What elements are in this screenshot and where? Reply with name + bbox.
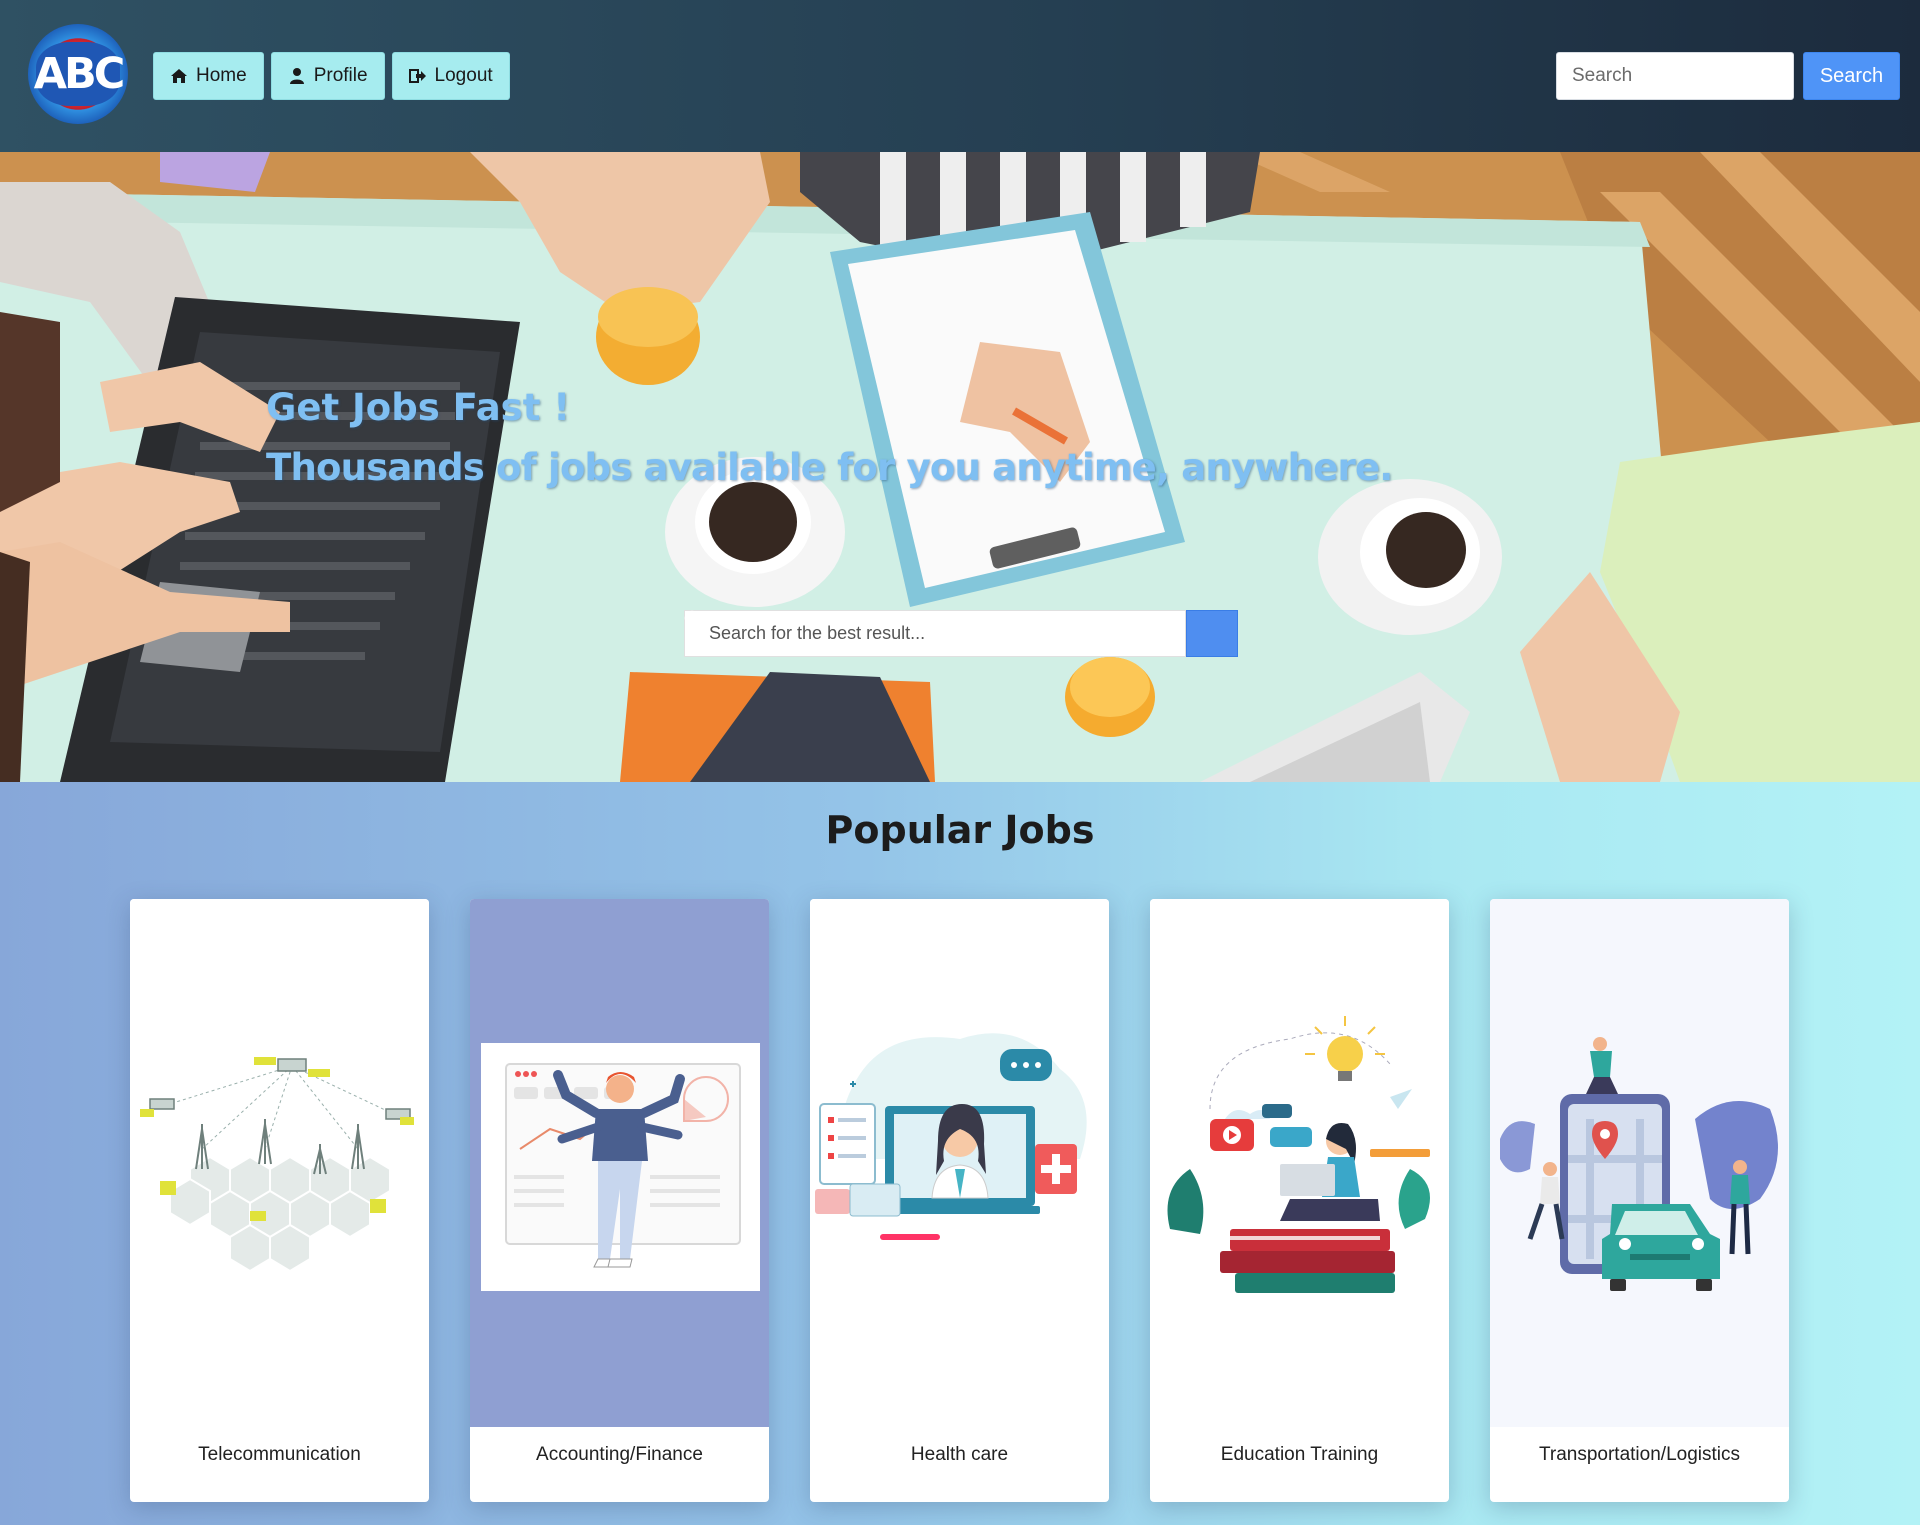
telemedicine-doctor-illustration (810, 899, 1109, 1427)
nav-menu: Home Profile Logout (153, 52, 510, 100)
nav-search-input[interactable] (1556, 52, 1794, 100)
top-navbar: ABC Home Profile Logout Search (0, 0, 1920, 152)
search-icon (684, 610, 704, 630)
nav-search-button[interactable]: Search (1803, 52, 1900, 100)
job-card-health-care[interactable]: Health care (810, 899, 1109, 1502)
popular-jobs-section: Popular Jobs Telecommunication Accountin… (0, 782, 1920, 1525)
job-card-transportation-logistics[interactable]: Transportation/Logistics (1490, 899, 1789, 1502)
job-card-accounting-finance[interactable]: Accounting/Finance (470, 899, 769, 1502)
job-card-label: Education Training (1220, 1444, 1379, 1465)
nav-profile-label: Profile (313, 65, 368, 86)
job-card-label: Accounting/Finance (536, 1444, 703, 1465)
job-card-education-training[interactable]: Education Training (1150, 899, 1449, 1502)
nav-logout-label: Logout (434, 65, 493, 86)
online-learning-illustration (1150, 899, 1449, 1427)
hero-title: Get Jobs Fast ! (266, 386, 571, 429)
hero-subtitle: Thousands of jobs available for you anyt… (266, 446, 1393, 489)
user-icon (289, 68, 304, 84)
job-card-label: Health care (910, 1444, 1009, 1465)
logo-text: ABC (33, 49, 126, 99)
job-card-label: Transportation/Logistics (1538, 1444, 1740, 1465)
finance-dashboard-illustration (470, 899, 769, 1427)
home-icon (171, 69, 187, 83)
hero-search-input[interactable] (684, 610, 1186, 657)
nav-logout-button[interactable]: Logout (391, 52, 510, 100)
job-category-cards: Telecommunication Accounting/Finance Hea… (130, 899, 1789, 1502)
abc-logo[interactable]: ABC (28, 24, 128, 124)
satellite-network-illustration (130, 899, 429, 1427)
nav-profile-button[interactable]: Profile (270, 52, 385, 100)
hero-banner: Get Jobs Fast ! Thousands of jobs availa… (0, 152, 1920, 782)
car-navigation-illustration (1490, 899, 1789, 1427)
job-card-label: Telecommunication (198, 1444, 361, 1465)
nav-home-button[interactable]: Home (153, 52, 264, 100)
logout-icon (408, 69, 426, 83)
hero-search-bar (684, 610, 1238, 657)
hero-search-button[interactable] (684, 610, 1238, 657)
job-card-telecommunication[interactable]: Telecommunication (130, 899, 429, 1502)
popular-jobs-title: Popular Jobs (825, 808, 1095, 852)
nav-home-label: Home (196, 65, 247, 86)
